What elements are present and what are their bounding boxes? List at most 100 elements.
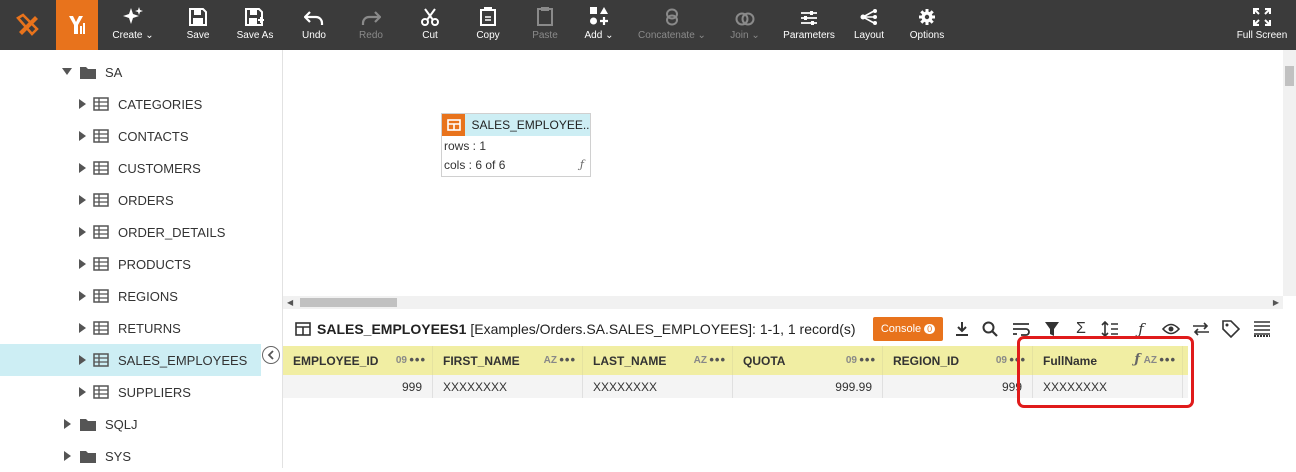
full-screen-button[interactable]: Full Screen — [1232, 0, 1292, 50]
tree-table-item[interactable]: PRODUCTS — [0, 248, 261, 280]
column-header[interactable]: EMPLOYEE_ID 09 ••• — [283, 346, 433, 375]
options-button[interactable]: Options — [906, 0, 948, 50]
parameters-label: Parameters — [783, 30, 835, 41]
column-type: 09 — [995, 355, 1007, 366]
column-header[interactable]: LAST_NAME AZ ••• — [583, 346, 733, 375]
caret-right-icon[interactable] — [77, 194, 87, 206]
table-icon — [93, 161, 109, 175]
caret-right-icon[interactable] — [77, 130, 87, 142]
undo-button[interactable]: Undo — [298, 0, 330, 50]
tree-table-item[interactable]: CATEGORIES — [0, 88, 261, 120]
concatenate-button[interactable]: Concatenate ⌄ — [636, 0, 708, 50]
caret-right-icon[interactable] — [62, 418, 72, 430]
tree-table-item[interactable]: SALES_EMPLOYEES — [0, 344, 261, 376]
tree-label: SA — [105, 64, 123, 80]
table-icon — [93, 257, 109, 271]
table-icon — [93, 353, 109, 367]
console-label: Console — [880, 323, 922, 335]
tag-icon[interactable] — [1222, 320, 1240, 338]
caret-right-icon[interactable] — [77, 98, 87, 110]
callout-highlight — [1017, 336, 1194, 408]
scroll-thumb[interactable] — [300, 298, 397, 307]
gear-icon — [919, 9, 935, 25]
column-header[interactable]: REGION_ID 09 ••• — [883, 346, 1033, 375]
table-cell[interactable]: 999.99 — [733, 375, 883, 398]
more-options-icon[interactable]: ••• — [559, 352, 576, 367]
table-cell[interactable]: 999 — [283, 375, 433, 398]
canvas-vertical-scrollbar[interactable] — [1283, 50, 1296, 296]
chevron-down-icon: ⌄ — [145, 30, 154, 41]
copy-icon — [480, 7, 496, 26]
tree-schema-sa[interactable]: SA — [0, 56, 261, 88]
caret-right-icon[interactable] — [77, 162, 87, 174]
redo-icon — [361, 11, 381, 25]
swap-icon[interactable] — [1192, 320, 1210, 338]
table-node[interactable]: SALES_EMPLOYEE... rows : 1 cols : 6 of 6… — [441, 113, 591, 177]
caret-right-icon[interactable] — [77, 226, 87, 238]
redo-button[interactable]: Redo — [355, 0, 387, 50]
save-button[interactable]: Save — [181, 0, 215, 50]
canvas-horizontal-scrollbar[interactable]: ◀ ▶ — [283, 296, 1283, 309]
sliders-icon — [801, 11, 817, 25]
create-button[interactable]: Create ⌄ — [108, 0, 158, 50]
column-type: AZ — [693, 355, 707, 366]
scroll-right-arrow-icon[interactable]: ▶ — [1273, 298, 1279, 307]
tree-table-item[interactable]: REGIONS — [0, 280, 261, 312]
table-cell[interactable]: XXXXXXXX — [433, 375, 583, 398]
columns-icon[interactable] — [1253, 320, 1271, 338]
cut-button[interactable]: Cut — [416, 0, 444, 50]
table-icon — [295, 322, 311, 336]
download-icon[interactable] — [953, 320, 971, 338]
tree-table-item[interactable]: RETURNS — [0, 312, 261, 344]
app-logo-icon[interactable] — [0, 0, 56, 50]
caret-down-icon[interactable] — [62, 66, 72, 78]
join-icon — [735, 12, 755, 26]
search-icon[interactable] — [981, 320, 999, 338]
tree-table-item[interactable]: SUPPLIERS — [0, 376, 261, 408]
add-label: Add — [584, 30, 603, 41]
parameters-button[interactable]: Parameters — [781, 0, 837, 50]
more-options-icon[interactable]: ••• — [709, 352, 726, 367]
node-title: SALES_EMPLOYEE... — [471, 118, 590, 132]
join-button[interactable]: Join ⌄ — [728, 0, 762, 50]
caret-right-icon[interactable] — [77, 322, 87, 334]
layout-button[interactable]: Layout — [851, 0, 887, 50]
save-label: Save — [186, 30, 210, 41]
save-as-button[interactable]: Save As — [233, 0, 277, 50]
console-button[interactable]: Console 0 — [873, 317, 943, 341]
copy-button[interactable]: Copy — [472, 0, 504, 50]
column-name: FIRST_NAME — [443, 353, 520, 368]
table-cell[interactable]: XXXXXXXX — [583, 375, 733, 398]
column-header[interactable]: FIRST_NAME AZ ••• — [433, 346, 583, 375]
scroll-left-arrow-icon[interactable]: ◀ — [287, 298, 293, 307]
results-description: [Examples/Orders.SA.SALES_EMPLOYEES]: 1-… — [470, 321, 856, 337]
tree-label: ORDERS — [118, 192, 174, 208]
more-options-icon[interactable]: ••• — [859, 352, 876, 367]
tree-schema-item[interactable]: SQLJ — [0, 408, 261, 440]
paste-button[interactable]: Paste — [529, 0, 561, 50]
caret-right-icon[interactable] — [77, 290, 87, 302]
column-header[interactable]: QUOTA 09 ••• — [733, 346, 883, 375]
scroll-thumb[interactable] — [1285, 66, 1294, 86]
tree-table-item[interactable]: CUSTOMERS — [0, 152, 261, 184]
caret-right-icon[interactable] — [62, 450, 72, 462]
cut-icon — [421, 8, 439, 26]
sparkle-icon — [123, 7, 143, 24]
table-cell[interactable]: 999 — [883, 375, 1033, 398]
copy-label: Copy — [476, 30, 500, 41]
tree-label: CUSTOMERS — [118, 160, 201, 176]
caret-right-icon[interactable] — [77, 386, 87, 398]
add-button[interactable]: Add ⌄ — [582, 0, 616, 50]
table-icon — [93, 193, 109, 207]
collapse-sidebar-button[interactable] — [262, 346, 280, 364]
more-options-icon[interactable]: ••• — [409, 352, 426, 367]
design-canvas[interactable]: SALES_EMPLOYEE... rows : 1 cols : 6 of 6… — [283, 50, 1296, 310]
table-icon — [93, 385, 109, 399]
tree-table-item[interactable]: CONTACTS — [0, 120, 261, 152]
tree-schema-item[interactable]: SYS — [0, 440, 261, 472]
product-logo-icon[interactable] — [56, 0, 98, 50]
caret-right-icon[interactable] — [77, 258, 87, 270]
caret-right-icon[interactable] — [77, 354, 87, 366]
tree-table-item[interactable]: ORDERS — [0, 184, 261, 216]
tree-table-item[interactable]: ORDER_DETAILS — [0, 216, 261, 248]
